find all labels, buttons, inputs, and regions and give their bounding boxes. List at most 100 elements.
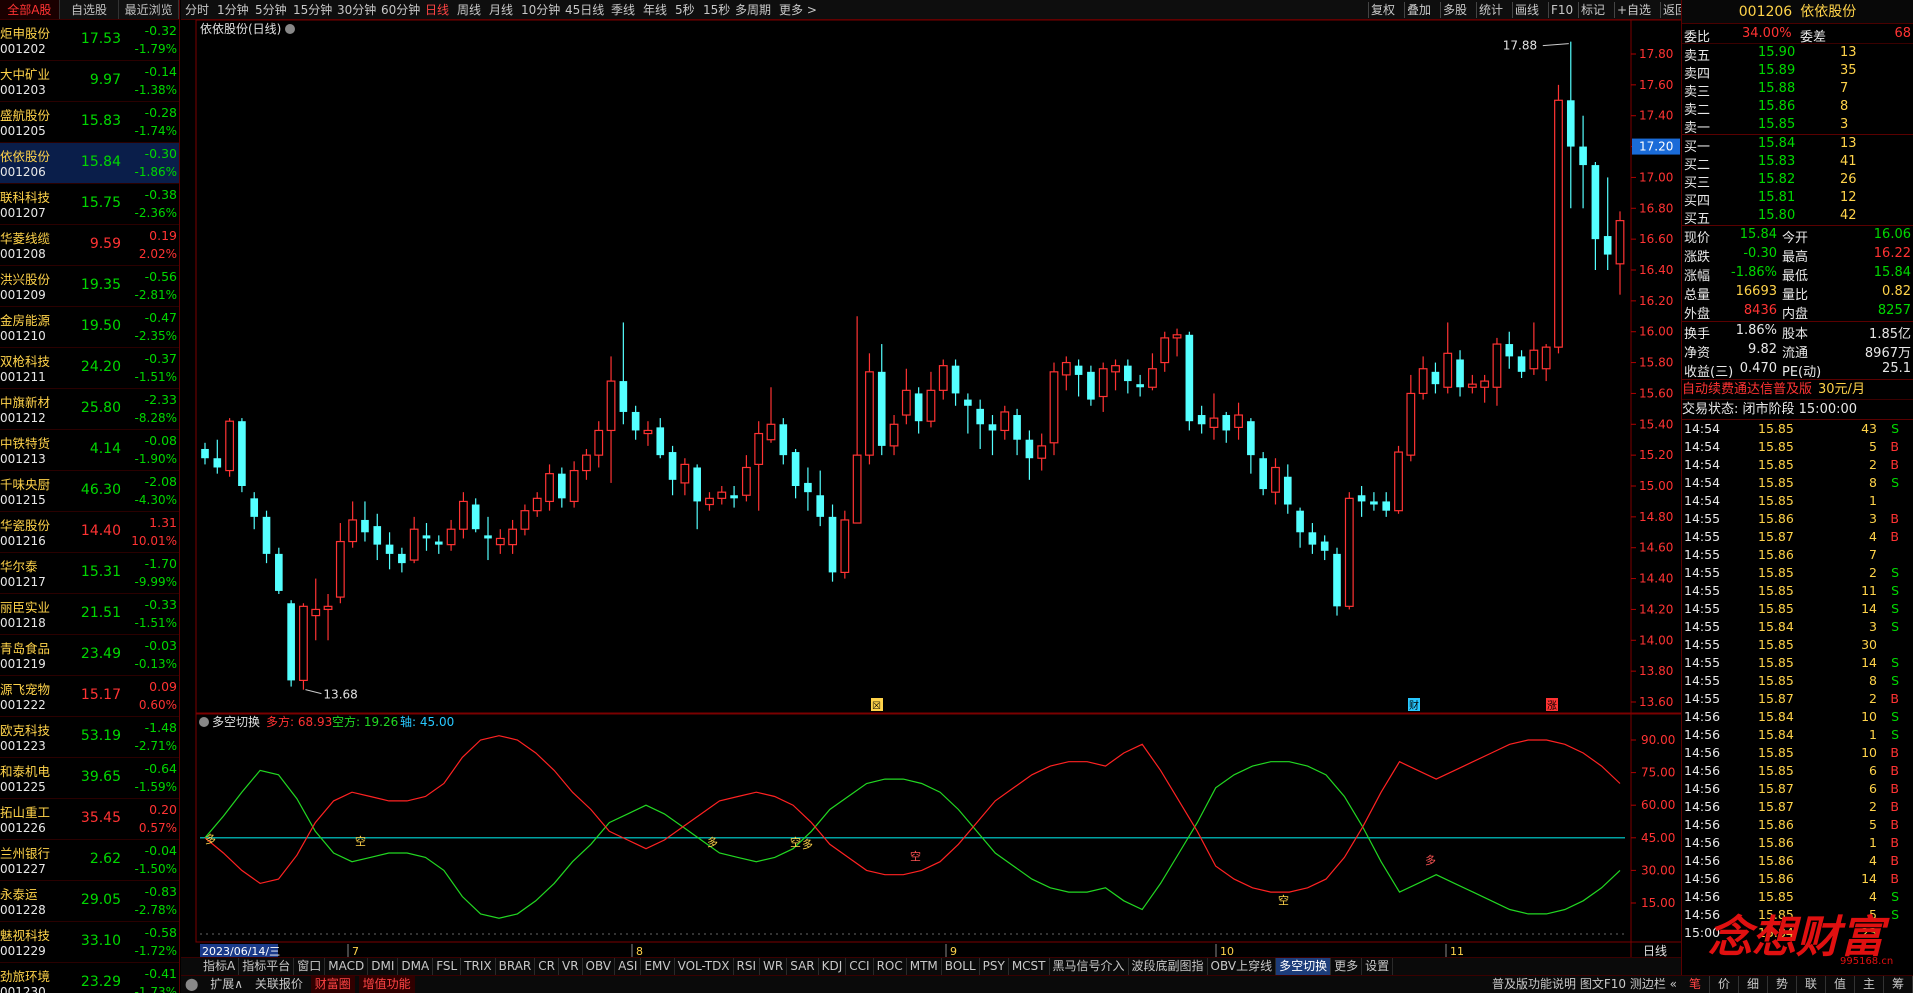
indicator-tab-3[interactable]: MACD bbox=[325, 958, 369, 975]
quote-value: 15.84 bbox=[1739, 227, 1777, 242]
quote-tab-1[interactable]: 价 bbox=[1710, 976, 1739, 993]
quote-tab-5[interactable]: 值 bbox=[1826, 976, 1855, 993]
indicator-tab-15[interactable]: RSI bbox=[734, 958, 761, 975]
quote-label: 总量 bbox=[1684, 288, 1711, 303]
candle bbox=[1061, 356, 1071, 391]
tick-volume: 11 bbox=[1861, 583, 1877, 598]
kline-chart[interactable]: 17.80 17.60 17.40 17.20 17.00 16.80 16.60 16.40… bbox=[0, 0, 1681, 975]
book-volume: 41 bbox=[1840, 154, 1857, 169]
quote-label: 今开 bbox=[1782, 231, 1809, 246]
price-axis-label: 16.00 bbox=[1639, 325, 1673, 339]
indicator-tab-18[interactable]: KDJ bbox=[819, 958, 847, 975]
quote-tab-6[interactable]: 主 bbox=[1855, 976, 1884, 993]
indicator-tab-6[interactable]: FSL bbox=[433, 958, 462, 975]
indicator-tab-8[interactable]: BRAR bbox=[496, 958, 536, 975]
tick-price: 15.84 bbox=[1758, 727, 1794, 742]
candle-body bbox=[545, 473, 554, 503]
quote-tab-0[interactable]: 笔 bbox=[1681, 976, 1710, 993]
wealth-circle-button[interactable]: 财富圈 bbox=[310, 976, 355, 993]
indicator-tab-22[interactable]: BOLL bbox=[942, 958, 980, 975]
indicator-tab-14[interactable]: VOL-TDX bbox=[675, 958, 734, 975]
expand-button[interactable]: 扩展∧ bbox=[206, 976, 247, 993]
indicator-tab-20[interactable]: ROC bbox=[874, 958, 907, 975]
quote-value: 0.82 bbox=[1882, 284, 1911, 299]
candle-body bbox=[668, 452, 677, 480]
indicator-tab-13[interactable]: EMV bbox=[641, 958, 675, 975]
indicator-tab-2[interactable]: 窗口 bbox=[294, 958, 326, 975]
tick-side: B bbox=[1890, 853, 1899, 868]
candle-body bbox=[804, 482, 812, 493]
candle-body bbox=[1505, 344, 1514, 357]
tick-row: 14:56 15.86 14 B bbox=[1682, 870, 1913, 888]
toggle-switch-icon[interactable]: ⬤ bbox=[181, 976, 202, 993]
candle bbox=[1492, 337, 1502, 406]
candle-body bbox=[558, 473, 566, 499]
indicator-tab-21[interactable]: MTM bbox=[907, 958, 942, 975]
quote-bottom-tabs: 笔价细势联值主筹 bbox=[1681, 975, 1913, 993]
indicator-tab-28[interactable]: 多空切换 bbox=[1276, 958, 1332, 975]
indicator-tab-0[interactable]: 指标A bbox=[200, 958, 240, 975]
indicator-tab-7[interactable]: TRIX bbox=[461, 958, 496, 975]
candle bbox=[656, 418, 665, 459]
candle bbox=[1467, 374, 1477, 394]
quote-tab-3[interactable]: 势 bbox=[1768, 976, 1797, 993]
book-price: 15.85 bbox=[1758, 117, 1796, 132]
indicator-tab-23[interactable]: PSY bbox=[980, 958, 1009, 975]
tick-price: 15.86 bbox=[1758, 817, 1794, 832]
indicator-tab-24[interactable]: MCST bbox=[1009, 958, 1050, 975]
indicator-tab-10[interactable]: VR bbox=[559, 958, 583, 975]
indicator-tab-26[interactable]: 波段底副图指 bbox=[1129, 958, 1208, 975]
tick-price: 15.85 bbox=[1758, 493, 1794, 508]
book-price: 15.81 bbox=[1758, 190, 1796, 205]
indicator-tab-25[interactable]: 黑马信号介入 bbox=[1050, 958, 1129, 975]
indicator-tab-17[interactable]: SAR bbox=[787, 958, 819, 975]
quote-tab-7[interactable]: 筹 bbox=[1884, 976, 1913, 993]
price-axis-label: 13.80 bbox=[1639, 664, 1673, 678]
indicator-tab-30[interactable]: 设置 bbox=[1362, 958, 1394, 975]
price-axis-label: 17.40 bbox=[1639, 109, 1673, 123]
quote-tab-2[interactable]: 细 bbox=[1739, 976, 1768, 993]
candle bbox=[804, 467, 812, 511]
promo-banner[interactable]: 自动续费通达信普及版 30元/月 bbox=[1682, 380, 1913, 400]
indicator-tab-4[interactable]: DMI bbox=[368, 958, 399, 975]
candle bbox=[1517, 350, 1526, 378]
indicator-tab-5[interactable]: DMA bbox=[398, 958, 434, 975]
indicator-tab-1[interactable]: 指标平台 bbox=[239, 958, 295, 975]
indicator-tab-scroll[interactable] bbox=[181, 957, 200, 975]
indicator-tab-11[interactable]: OBV bbox=[583, 958, 616, 975]
bid-row: 买一 15.84 13 bbox=[1682, 135, 1913, 155]
tick-list[interactable]: 14:54 15.85 43 S 14:54 15.85 5 B 14:54 15.85 2 B 14:… bbox=[1682, 420, 1913, 942]
value-added-button[interactable]: 增值功能 bbox=[358, 976, 415, 993]
quote-label: 外盘 bbox=[1684, 307, 1711, 322]
indicator-tab-19[interactable]: CCI bbox=[846, 958, 874, 975]
candle-body bbox=[1394, 451, 1403, 512]
tick-row: 14:56 15.86 1 B bbox=[1682, 834, 1913, 852]
related-quote-button[interactable]: 关联报价 bbox=[251, 976, 307, 993]
tick-row: 14:55 15.86 3 B bbox=[1682, 510, 1913, 528]
candle bbox=[1136, 374, 1144, 397]
quote-value: -1.86% bbox=[1731, 265, 1777, 280]
candle bbox=[1603, 177, 1612, 270]
candle-body bbox=[1431, 371, 1440, 385]
weicha-value: 68 bbox=[1894, 26, 1911, 41]
indicator-panel-border bbox=[195, 713, 1681, 943]
tick-side: B bbox=[1890, 763, 1899, 778]
candle bbox=[582, 448, 591, 480]
tick-side: S bbox=[1891, 673, 1899, 688]
tick-side: S bbox=[1891, 421, 1899, 436]
tick-volume: 8 bbox=[1869, 673, 1877, 688]
indicator-tab-27[interactable]: OBV上穿线 bbox=[1208, 958, 1277, 975]
quote-row: 涨跌 -0.30 最高 16.22 bbox=[1682, 245, 1913, 265]
indicator-tab-16[interactable]: WR bbox=[760, 958, 788, 975]
quote-label: 涨幅 bbox=[1684, 269, 1711, 284]
candle bbox=[1320, 535, 1329, 561]
quote-tab-4[interactable]: 联 bbox=[1797, 976, 1826, 993]
indicator-tab-29[interactable]: 更多 bbox=[1331, 958, 1363, 975]
candle-body bbox=[741, 466, 751, 496]
indicator-tab-12[interactable]: ASI bbox=[615, 958, 642, 975]
tick-volume: 6 bbox=[1869, 763, 1877, 778]
tick-row: 14:55 15.84 3 S bbox=[1682, 618, 1913, 636]
indicator-tab-9[interactable]: CR bbox=[535, 958, 559, 975]
bottom-right-links[interactable]: 普及版功能说明 图文F10 测边栏 « bbox=[1492, 976, 1677, 993]
candle-body bbox=[1037, 445, 1047, 459]
